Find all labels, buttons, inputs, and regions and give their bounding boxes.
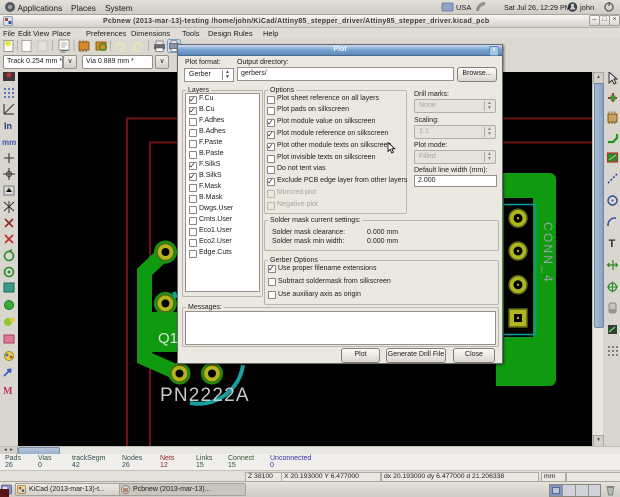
svg-text:Q1: Q1 — [158, 330, 178, 347]
svg-text:M: M — [3, 386, 13, 397]
svg-text:T: T — [609, 238, 616, 250]
svg-text:mm: mm — [2, 138, 16, 147]
svg-text:CONN_4: CONN_4 — [541, 222, 555, 284]
svg-text:In: In — [4, 121, 12, 131]
svg-text:PN2222A: PN2222A — [160, 385, 250, 406]
